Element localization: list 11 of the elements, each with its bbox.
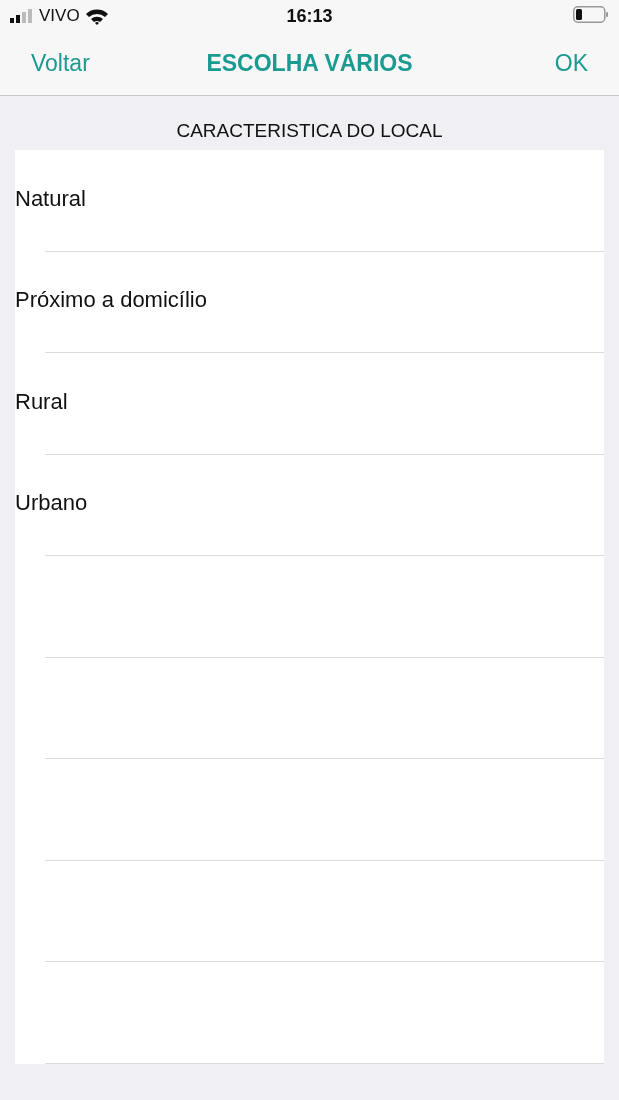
list-item[interactable]: Rural <box>15 353 604 455</box>
clock-time: 16:13 <box>286 5 333 27</box>
list-item[interactable]: Natural <box>15 150 604 252</box>
wifi-icon <box>84 7 109 25</box>
section-header: CARACTERISTICA DO LOCAL <box>175 119 444 143</box>
list-item[interactable]: Próximo a domicílio <box>15 251 604 353</box>
list-item[interactable]: Urbano <box>15 454 604 556</box>
carrier-name: VIVO <box>39 6 80 26</box>
battery-icon <box>573 5 609 23</box>
screen-title: ESCOLHA VÁRIOS <box>206 50 413 77</box>
signal-icon <box>10 9 34 23</box>
